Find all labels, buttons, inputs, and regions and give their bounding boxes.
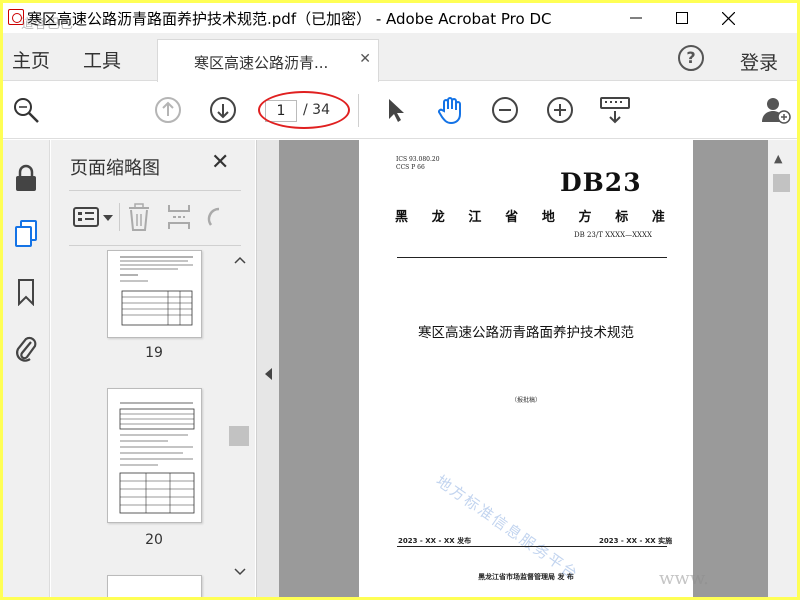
lock-icon[interactable] bbox=[11, 162, 41, 194]
bookmark-icon[interactable] bbox=[11, 276, 41, 308]
minimize-button[interactable] bbox=[613, 3, 659, 33]
thumbnail-19-preview bbox=[120, 256, 193, 326]
page-watermark: 地方标准信息服务平台 bbox=[432, 471, 583, 584]
standard-number: DB 23/T XXXX—XXXX bbox=[574, 231, 653, 239]
attachment-icon[interactable] bbox=[11, 332, 41, 364]
footer-rule bbox=[397, 546, 667, 547]
doc-scroll-thumb[interactable] bbox=[773, 174, 790, 192]
implement-date: 2023 - XX - XX 实施 bbox=[599, 537, 673, 545]
thumbnail-scrollbar[interactable] bbox=[229, 250, 251, 592]
title-bar: 寒区高速公路沥青路面养护技术规范.pdf（已加密） - Adobe Acroba… bbox=[3, 3, 797, 33]
document-scrollbar[interactable]: ▲ bbox=[768, 140, 797, 597]
next-page-icon[interactable] bbox=[208, 95, 238, 125]
standard-type: 黑 龙 江 省 地 方 标 准 bbox=[395, 210, 665, 225]
menu-home[interactable]: 主页 bbox=[12, 46, 50, 73]
close-window-button[interactable] bbox=[705, 3, 751, 33]
issuer: 黑龙江省市场监督管理局 发 布 bbox=[478, 573, 574, 581]
page-thumbnails-icon[interactable] bbox=[11, 218, 41, 250]
maximize-button[interactable] bbox=[659, 3, 705, 33]
help-icon[interactable]: ? bbox=[678, 45, 704, 71]
previous-page-icon[interactable] bbox=[153, 95, 183, 125]
menu-tools[interactable]: 工具 bbox=[83, 46, 121, 73]
toolbar: 1 / 34 bbox=[3, 82, 797, 139]
hand-tool-icon[interactable] bbox=[435, 95, 465, 125]
select-pointer-icon[interactable] bbox=[381, 95, 411, 125]
document-view[interactable]: ICS 93.080.20 CCS P 66 DB23 黑 龙 江 省 地 方 … bbox=[279, 140, 768, 597]
page-thumbnails-panel: 页面缩略图 ✕ 19 20 bbox=[51, 140, 255, 597]
window-title: 寒区高速公路沥青路面养护技术规范.pdf（已加密） - Adobe Acroba… bbox=[27, 10, 552, 28]
page-highlight-annotation bbox=[258, 91, 350, 129]
acrobat-window: 寒区高速公路沥青路面养护技术规范.pdf（已加密） - Adobe Acroba… bbox=[3, 3, 797, 597]
keyboard-icon[interactable] bbox=[600, 95, 630, 125]
dropdown-arrow-icon[interactable] bbox=[103, 215, 113, 221]
thumbnail-20-preview bbox=[119, 402, 195, 514]
thumbnail-tools bbox=[69, 190, 241, 246]
extract-pages-icon[interactable] bbox=[167, 203, 191, 231]
pdf-page: ICS 93.080.20 CCS P 66 DB23 黑 龙 江 省 地 方 … bbox=[359, 140, 693, 597]
menu-bar: 主页 工具 寒区高速公路沥青... ✕ ? 登录 bbox=[3, 33, 797, 82]
thumbnail-options-icon[interactable] bbox=[73, 207, 99, 229]
doc-scroll-up-icon[interactable]: ▲ bbox=[774, 152, 782, 165]
rotate-page-icon[interactable] bbox=[205, 205, 221, 229]
collapse-panel-bar[interactable] bbox=[256, 140, 279, 597]
thumbnail-number-19: 19 bbox=[145, 345, 163, 361]
toolbar-divider bbox=[358, 94, 359, 127]
thumbnail-page-19[interactable] bbox=[107, 250, 202, 338]
collapse-arrow-icon[interactable] bbox=[265, 368, 273, 380]
login-button[interactable]: 登录 bbox=[740, 48, 778, 75]
overlay-watermark-text: 道客巴巴 bbox=[21, 17, 74, 32]
minimize-icon bbox=[630, 17, 642, 19]
maximize-icon bbox=[676, 12, 688, 24]
close-icon bbox=[721, 11, 735, 25]
panel-close-icon[interactable]: ✕ bbox=[211, 150, 229, 175]
corner-watermark: www. bbox=[659, 568, 709, 589]
db-code: DB23 bbox=[560, 168, 642, 197]
document-title: 寒区高速公路沥青路面养护技术规范 bbox=[418, 325, 634, 341]
zoom-in-icon[interactable] bbox=[545, 95, 575, 125]
delete-page-icon[interactable] bbox=[127, 203, 151, 231]
thumbnail-number-20: 20 bbox=[145, 532, 163, 548]
thumbnail-page-20[interactable] bbox=[107, 388, 202, 523]
panel-title: 页面缩略图 bbox=[70, 158, 160, 179]
header-rule bbox=[397, 257, 667, 258]
tab-close-icon[interactable]: ✕ bbox=[359, 51, 371, 67]
ics-code: ICS 93.080.20 CCS P 66 bbox=[396, 156, 440, 171]
document-tab-label: 寒区高速公路沥青... bbox=[194, 54, 329, 72]
zoom-out-icon[interactable] bbox=[490, 95, 520, 125]
tools-divider bbox=[119, 203, 120, 231]
publish-date: 2023 - XX - XX 发布 bbox=[398, 537, 472, 545]
zoom-search-icon[interactable] bbox=[11, 95, 41, 125]
document-tab[interactable]: 寒区高速公路沥青... ✕ bbox=[157, 39, 379, 82]
draft-label: （报批稿） bbox=[510, 397, 541, 404]
scroll-up-arrow-icon[interactable] bbox=[234, 256, 246, 264]
add-user-icon[interactable] bbox=[761, 95, 791, 125]
thumbnail-scroll-thumb[interactable] bbox=[229, 426, 249, 446]
navigation-rail bbox=[3, 140, 50, 597]
thumbnail-page-21[interactable] bbox=[107, 575, 202, 597]
scroll-down-arrow-icon[interactable] bbox=[234, 568, 246, 576]
